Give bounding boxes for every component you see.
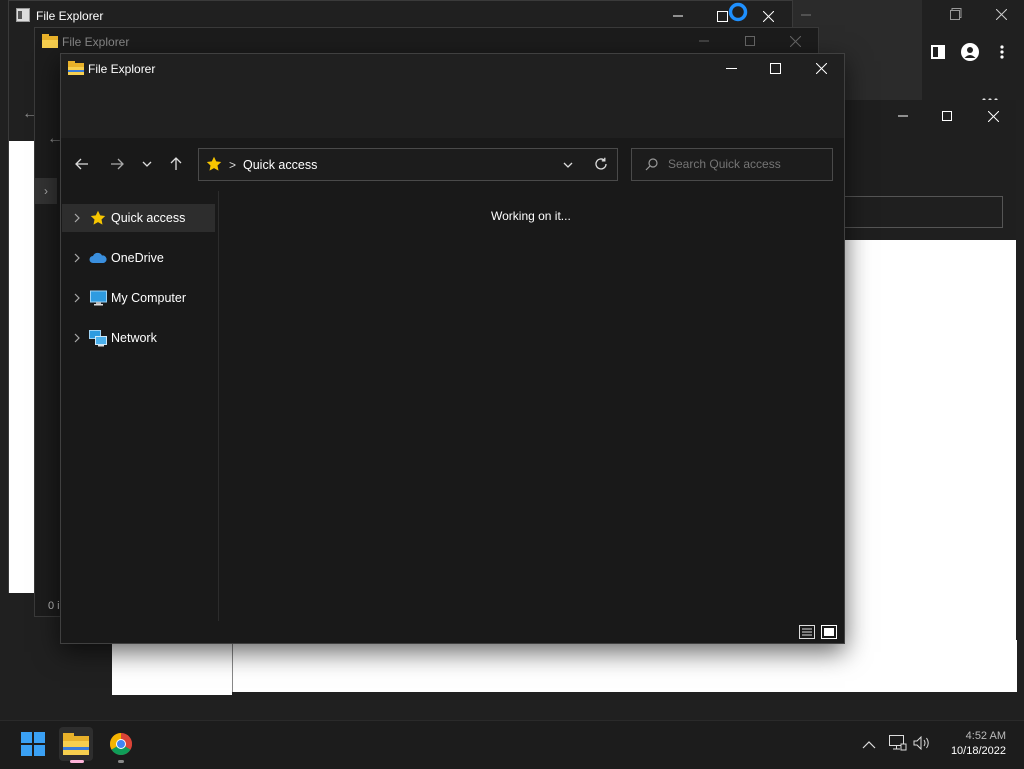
sidebar-item-label: OneDrive [111, 251, 164, 265]
sidebar-item-onedrive[interactable]: OneDrive [62, 244, 215, 272]
recent-locations-button[interactable] [135, 154, 159, 174]
background-dialog-window [842, 100, 1016, 240]
forward-button[interactable] [105, 154, 129, 174]
minimize-button[interactable] [794, 5, 818, 25]
breadcrumb-separator: > [229, 158, 237, 172]
title-bar[interactable]: File Explorer [61, 54, 844, 138]
browser-toolbar [922, 0, 1024, 102]
close-button[interactable] [981, 106, 1005, 126]
window-title: File Explorer [36, 9, 104, 23]
close-button[interactable] [809, 58, 833, 78]
computer-icon [89, 289, 107, 307]
windows-start-icon[interactable] [16, 727, 50, 761]
window-title: File Explorer [88, 62, 156, 76]
minimize-button[interactable] [719, 58, 743, 78]
details-view-button[interactable] [799, 625, 815, 639]
white-content-area [9, 141, 35, 593]
more-options-icon[interactable] [990, 42, 1014, 62]
chevron-right-icon[interactable] [70, 213, 84, 223]
back-button[interactable] [70, 154, 94, 174]
white-content-area [842, 240, 1016, 692]
search-box[interactable] [631, 148, 833, 181]
star-icon [206, 156, 222, 175]
chevron-up-icon[interactable] [862, 738, 876, 752]
window-title: File Explorer [62, 35, 130, 49]
large-icons-view-button[interactable] [821, 625, 837, 639]
chrome-icon[interactable] [104, 727, 138, 761]
status-bar-text: 0 i [48, 600, 60, 612]
sidebar-item-label: My Computer [111, 291, 187, 305]
close-button[interactable] [989, 4, 1013, 24]
active-app-indicator [70, 760, 84, 763]
sidebar-toggle-icon[interactable] [926, 42, 950, 62]
breadcrumb[interactable]: Quick access [243, 158, 317, 172]
sidebar-item-quick-access[interactable]: Quick access [62, 204, 215, 232]
sidebar-item-label: Network [111, 331, 157, 345]
network-icon[interactable] [889, 735, 907, 754]
star-icon [89, 209, 107, 227]
chevron-down-icon[interactable] [556, 155, 580, 175]
volume-icon[interactable] [913, 735, 931, 753]
clock-date[interactable]: 10/18/2022 [940, 745, 1006, 757]
sidebar-item-my-computer[interactable]: My Computer [62, 284, 215, 312]
chevron-right-icon[interactable] [70, 293, 84, 303]
minimize-button[interactable] [666, 6, 690, 26]
minimize-button[interactable] [891, 106, 915, 126]
up-button[interactable] [164, 154, 188, 174]
cloud-icon [89, 249, 107, 267]
loading-text: Working on it... [491, 209, 571, 223]
maximize-button[interactable] [763, 58, 787, 78]
search-icon [645, 158, 658, 174]
maximize-button[interactable] [935, 106, 959, 126]
restore-button[interactable] [944, 4, 968, 24]
sidebar-item-label: Quick access [111, 211, 186, 225]
chrome-running-indicator [118, 760, 124, 763]
sidebar-item-network[interactable]: Network [62, 324, 215, 352]
address-bar[interactable]: > Quick access [198, 148, 618, 181]
clock-time[interactable]: 4:52 AM [958, 730, 1006, 742]
network-icon [89, 329, 107, 347]
folder-icon [68, 61, 84, 75]
white-content-area [232, 640, 1017, 692]
maximize-button[interactable] [738, 31, 762, 51]
more-options-icon[interactable] [980, 92, 1000, 102]
search-input[interactable] [666, 156, 830, 172]
file-explorer-icon[interactable] [59, 727, 93, 761]
folder-icon [42, 34, 58, 48]
close-button[interactable] [783, 31, 807, 51]
busy-cursor-icon [728, 2, 748, 22]
profile-icon[interactable] [958, 42, 982, 62]
refresh-button[interactable] [589, 154, 613, 174]
close-button[interactable] [756, 6, 780, 26]
chevron-right-icon[interactable] [70, 253, 84, 263]
white-content-area [112, 640, 232, 695]
app-icon [16, 8, 30, 22]
chevron-right-icon[interactable] [70, 333, 84, 343]
expand-chevron-icon[interactable]: › [35, 178, 57, 204]
minimize-button[interactable] [692, 31, 716, 51]
address-bar[interactable] [842, 196, 1003, 228]
